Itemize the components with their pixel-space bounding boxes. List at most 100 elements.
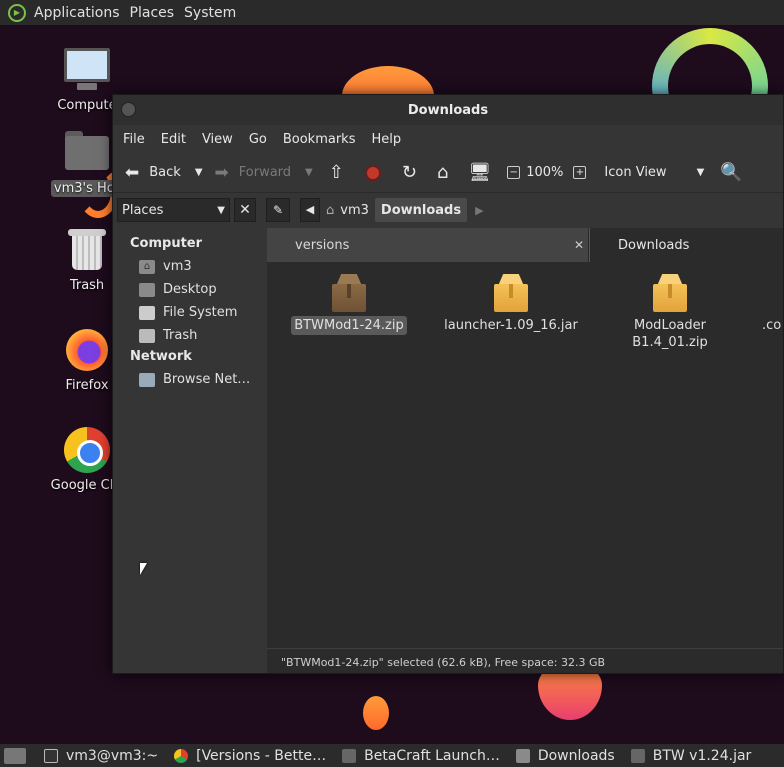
forward-label: Forward (238, 165, 292, 180)
window-menu-button[interactable] (121, 102, 136, 117)
chevron-down-icon: ▼ (217, 204, 225, 216)
up-arrow-icon[interactable]: ⇧ (319, 162, 354, 183)
toolbar: ⬅ Back ▼ ➡ Forward ▼ ⇧ ↻ ⌂ 🖥 − 100% + Ic… (113, 153, 783, 193)
close-sidebar-icon[interactable]: ✕ (234, 198, 256, 222)
home-icon[interactable]: ⌂ (427, 162, 458, 183)
search-icon[interactable]: 🔍 (710, 162, 752, 183)
java-app-icon (342, 748, 357, 763)
sidebar-item-label: File System (163, 305, 238, 320)
task-chrome-versions[interactable]: [Versions - Bette… (166, 744, 334, 767)
bottom-taskbar: vm3@vm3:~ [Versions - Bette… BetaCraft L… (0, 744, 784, 767)
mouse-cursor-icon (140, 563, 147, 575)
home-folder-icon: ⌂ (139, 259, 155, 274)
home-folder-icon (63, 128, 111, 176)
file-name: ModLoader B1.4_01.zip (632, 318, 708, 350)
java-app-icon (630, 748, 645, 763)
back-button[interactable]: ⬅ Back ▼ (119, 158, 209, 188)
stop-icon[interactable] (364, 164, 381, 181)
menu-bookmarks[interactable]: Bookmarks (275, 132, 364, 147)
top-panel: ▶ Applications Places System (0, 0, 784, 25)
menu-places[interactable]: Places (128, 5, 183, 21)
file-name: .co (762, 318, 782, 333)
menu-edit[interactable]: Edit (153, 132, 194, 147)
task-terminal[interactable]: vm3@vm3:~ (36, 744, 166, 767)
close-tab-icon[interactable]: ✕ (574, 238, 584, 252)
window-titlebar[interactable]: Downloads (113, 95, 783, 125)
task-betacraft[interactable]: BetaCraft Launch… (334, 744, 508, 767)
zoom-out-icon[interactable]: − (507, 166, 521, 179)
sidebar-item-file-system[interactable]: File System (113, 301, 263, 324)
archive-icon (332, 274, 366, 312)
forward-arrow-icon: ➡ (214, 162, 229, 183)
task-btw-jar[interactable]: BTW v1.24.jar (623, 744, 760, 767)
task-downloads[interactable]: Downloads (508, 744, 623, 767)
file-grid: BTWMod1-24.zip launcher-1.09_16.jar ModL… (267, 262, 783, 617)
network-icon (139, 372, 155, 387)
trash-icon (139, 328, 155, 343)
zoom-in-icon[interactable]: + (573, 166, 587, 179)
zoom-level: 100% (526, 165, 564, 180)
tab-downloads[interactable]: Downloads (589, 228, 783, 262)
tab-versions[interactable]: versions ✕ (267, 228, 589, 262)
forward-button[interactable]: ➡ Forward ▼ (209, 158, 319, 188)
wallpaper-shape (363, 696, 389, 730)
file-manager-window: Downloads File Edit View Go Bookmarks He… (112, 94, 784, 674)
file-view-pane: versions ✕ Downloads BTWMod1-24.zip laun… (267, 228, 783, 648)
back-arrow-icon: ⬅ (125, 162, 140, 183)
desktop-icon-label: Trash (69, 278, 105, 293)
zoom-control: − 100% + (501, 158, 598, 188)
location-bar: Places ▼ ✕ ✎ ◀ ⌂ vm3 Downloads ▶ (113, 193, 783, 227)
drive-icon (139, 305, 155, 320)
menu-system[interactable]: System (182, 5, 244, 21)
chrome-icon (63, 426, 111, 474)
sidebar-item-trash[interactable]: Trash (113, 324, 263, 347)
chrome-icon (174, 748, 189, 763)
computer-icon[interactable]: 🖥 (458, 162, 501, 183)
places-sidebar: Computer ⌂ vm3 Desktop File System Trash… (113, 228, 263, 648)
breadcrumb-vm3[interactable]: ⌂ vm3 (320, 198, 375, 222)
sidebar-item-label: vm3 (163, 259, 192, 274)
package-icon (653, 274, 687, 312)
chevron-left-icon[interactable]: ◀ (300, 198, 320, 222)
menu-go[interactable]: Go (241, 132, 275, 147)
sidebar-item-label: Desktop (163, 282, 217, 297)
breadcrumb-downloads[interactable]: Downloads (374, 198, 468, 222)
desktop-folder-icon (139, 282, 155, 297)
edit-location-icon[interactable]: ✎ (266, 198, 290, 222)
sidebar-item-browse-network[interactable]: Browse Net… (113, 368, 263, 391)
sidebar-type-select[interactable]: Places ▼ (117, 198, 230, 222)
menu-file[interactable]: File (115, 132, 153, 147)
chevron-down-icon[interactable]: ▼ (195, 167, 203, 178)
reload-icon[interactable]: ↻ (392, 162, 427, 183)
file-name: launcher-1.09_16.jar (444, 318, 578, 333)
menu-applications[interactable]: Applications (32, 5, 128, 21)
terminal-icon (44, 748, 58, 763)
back-label: Back (149, 165, 181, 180)
file-item[interactable]: .co (759, 262, 783, 335)
chevron-right-icon[interactable]: ▶ (475, 204, 483, 217)
menu-help[interactable]: Help (363, 132, 409, 147)
desktop-icon-label: Compute (57, 98, 117, 113)
tab-label: versions (295, 237, 350, 253)
menu-view[interactable]: View (194, 132, 241, 147)
file-item[interactable]: launcher-1.09_16.jar (441, 262, 581, 335)
computer-icon (63, 46, 111, 94)
distro-logo-icon[interactable]: ▶ (8, 3, 26, 22)
show-desktop-icon[interactable] (4, 747, 26, 764)
file-item[interactable]: ModLoader B1.4_01.zip (603, 262, 737, 352)
task-label: vm3@vm3:~ (66, 747, 159, 764)
firefox-icon (63, 326, 111, 374)
home-folder-icon: ⌂ (326, 202, 335, 218)
trash-icon (63, 226, 111, 274)
chevron-down-icon[interactable]: ▼ (305, 167, 313, 178)
file-name: BTWMod1-24.zip (291, 316, 407, 335)
window-body: Computer ⌂ vm3 Desktop File System Trash… (113, 228, 783, 673)
task-label: BTW v1.24.jar (652, 747, 752, 764)
file-item[interactable]: BTWMod1-24.zip (279, 262, 419, 335)
sidebar-item-vm3[interactable]: ⌂ vm3 (113, 255, 263, 278)
sidebar-item-desktop[interactable]: Desktop (113, 278, 263, 301)
package-icon (494, 274, 528, 312)
tab-bar: versions ✕ Downloads (267, 228, 783, 262)
view-mode-select[interactable]: Icon View ▼ (598, 158, 710, 188)
sidebar-section-computer: Computer (130, 236, 203, 251)
